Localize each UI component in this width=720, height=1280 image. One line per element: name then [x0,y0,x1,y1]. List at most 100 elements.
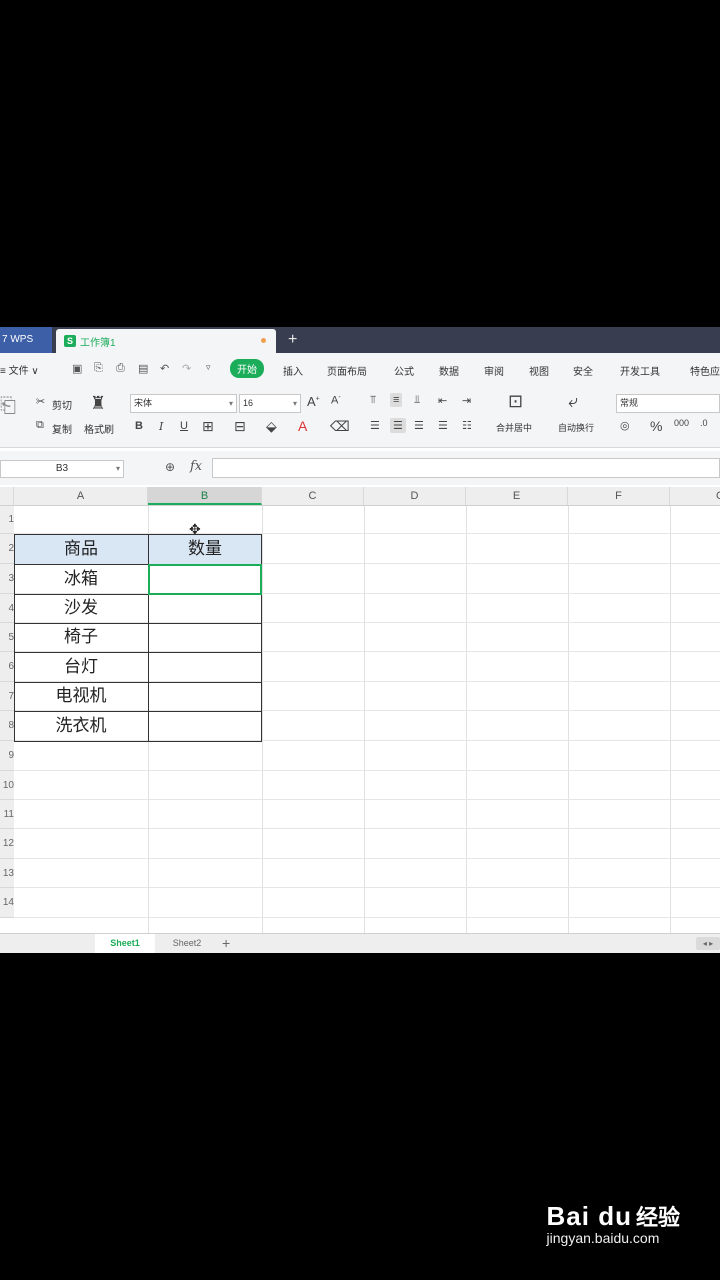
borders-icon[interactable]: ⊞ [202,418,214,435]
tab-view[interactable]: 视图 [529,363,549,378]
save-icon[interactable]: ▣ [72,362,82,375]
name-box[interactable]: B3 ▾ [0,460,124,478]
tab-page-layout[interactable]: 页面布局 [327,363,367,378]
row-header[interactable]: 3 [0,564,14,594]
scissors-icon[interactable]: ✂ [36,395,45,408]
tab-features[interactable]: 特色应 [690,363,720,378]
column-header-b[interactable]: B [148,487,262,505]
cell-style-icon[interactable]: ⊟ [234,418,246,435]
align-bottom-icon[interactable]: ⫫ [414,394,420,407]
row-header[interactable]: 12 [0,829,14,859]
zoom-lookup-icon[interactable]: ⊕ [165,460,175,474]
horizontal-scroll-icon[interactable]: ◂ ▸ [696,937,720,950]
select-all-corner[interactable] [0,487,14,505]
row-header[interactable]: 13 [0,859,14,888]
selected-cell-b3[interactable] [148,564,262,595]
table-cell-item[interactable]: 冰箱 [14,564,148,594]
format-painter-button[interactable]: 格式刷 [84,421,114,436]
print-preview-icon[interactable]: ▤ [138,362,148,375]
eraser-icon[interactable]: ⌫ [330,418,350,435]
format-painter-icon[interactable]: ♜ [90,393,106,414]
formula-input[interactable] [212,458,720,478]
column-header-f[interactable]: F [568,487,670,505]
row-header[interactable]: 9 [0,741,14,771]
decrease-font-icon[interactable]: A- [331,394,341,407]
undo-icon[interactable]: ↶ [160,362,169,375]
fill-color-icon[interactable]: ⬙ [266,418,277,435]
column-header-c[interactable]: C [262,487,364,505]
header-cell-quantity[interactable]: 数量 [148,534,262,564]
paste-icon[interactable]: ⎗ [0,395,16,418]
table-cell-item[interactable]: 椅子 [14,623,148,652]
underline-button[interactable]: U [180,420,188,432]
indent-decrease-icon[interactable]: ⇤ [438,394,447,407]
column-header-a[interactable]: A [14,487,148,505]
row-header[interactable]: 2 [0,534,14,564]
row-header[interactable]: 6 [0,652,14,682]
thousands-separator-icon[interactable]: 000 [674,418,689,428]
merge-center-icon[interactable]: ⊡ [508,391,523,412]
cut-button[interactable]: 剪切 [52,397,72,412]
column-header-e[interactable]: E [466,487,568,505]
row-header[interactable]: 8 [0,711,14,741]
percent-button[interactable]: % [650,418,662,434]
increase-decimal-icon[interactable]: .0 [700,418,708,428]
workbook-tab[interactable]: S 工作簿1 [56,329,276,353]
tab-security[interactable]: 安全 [573,363,593,378]
increase-font-icon[interactable]: A+ [307,394,320,409]
insert-function-button[interactable]: fx [190,459,202,474]
font-name-select[interactable]: 宋体 ▾ [130,394,237,413]
add-sheet-button[interactable]: + [222,934,230,953]
align-right-icon[interactable]: ☰ [414,419,424,432]
tab-review[interactable]: 审阅 [484,363,504,378]
row-header[interactable]: 11 [0,800,14,829]
table-cell-item[interactable]: 沙发 [14,594,148,623]
distributed-icon[interactable]: ☷ [462,419,472,432]
currency-icon[interactable]: ◎ [620,419,630,432]
font-size-select[interactable]: 16 ▾ [239,394,301,413]
bold-button[interactable]: B [135,420,143,432]
row-header[interactable]: 1 [0,506,14,534]
cell-grid[interactable]: 1 2 3 4 5 6 7 8 9 10 11 12 13 14 商品 数量 冰箱 沙发 椅子 台灯 电视… [0,506,720,933]
align-top-icon[interactable]: ⫪ [370,394,376,407]
align-left-icon[interactable]: ☰ [370,419,380,432]
column-header-d[interactable]: D [364,487,466,505]
row-header[interactable]: 10 [0,771,14,800]
tab-formulas[interactable]: 公式 [394,363,414,378]
justify-icon[interactable]: ☰ [438,419,448,432]
new-tab-button[interactable]: + [288,329,297,351]
column-header-g[interactable]: G [670,487,720,505]
number-format-select[interactable]: 常规 [616,394,720,413]
copy-button[interactable]: 复制 [52,421,72,436]
table-cell-item[interactable]: 台灯 [14,652,148,682]
row-header[interactable]: 14 [0,888,14,918]
quick-access-more-icon[interactable]: ▿ [206,362,211,373]
tab-home[interactable]: 开始 [230,359,264,378]
table-cell-item[interactable]: 洗衣机 [14,711,148,741]
tab-insert[interactable]: 插入 [283,363,303,378]
wps-app-tab[interactable]: 7 WPS [0,327,52,353]
redo-icon[interactable]: ↷ [182,362,191,375]
tab-developer[interactable]: 开发工具 [620,363,660,378]
font-color-icon[interactable]: A [298,418,307,434]
grid-line [14,858,720,859]
sheet-tab-sheet1[interactable]: Sheet1 [95,934,155,953]
file-menu[interactable]: ≡ 文件 ∨ [0,362,39,377]
italic-button[interactable]: I [159,420,163,433]
copy-icon[interactable]: ⧉ [36,419,44,432]
header-cell-product[interactable]: 商品 [14,534,148,564]
tab-data[interactable]: 数据 [439,363,459,378]
auto-wrap-button[interactable]: 自动换行 [558,421,594,434]
merge-center-button[interactable]: 合并居中 [496,421,532,434]
print-icon[interactable]: ⎙ [116,362,125,375]
row-header[interactable]: 7 [0,682,14,711]
align-middle-icon[interactable]: ≡ [390,393,403,407]
row-header[interactable]: 5 [0,623,14,652]
wrap-text-icon[interactable]: ⤶ [568,391,578,412]
export-pdf-icon[interactable]: ⎘ [94,362,103,375]
sheet-tab-sheet2[interactable]: Sheet2 [157,934,217,953]
table-cell-item[interactable]: 电视机 [14,682,148,711]
row-header[interactable]: 4 [0,594,14,623]
align-center-icon[interactable]: ☰ [390,418,406,433]
indent-increase-icon[interactable]: ⇥ [462,394,471,407]
